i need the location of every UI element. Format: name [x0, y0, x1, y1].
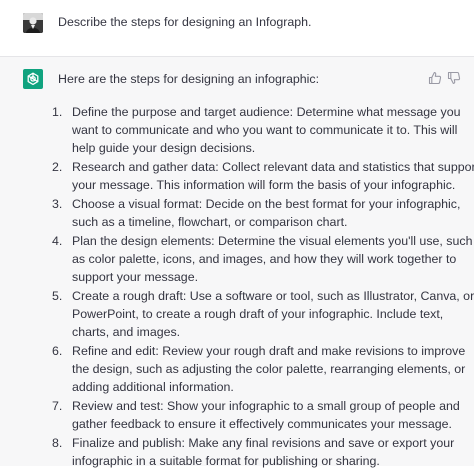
step-text-line: your message. This information will form…	[72, 178, 456, 192]
user-avatar	[23, 13, 43, 33]
step-text-line: PowerPoint, to create a rough draft of y…	[72, 307, 444, 321]
step-text-line: such as a timeline, flowchart, or compar…	[72, 215, 348, 229]
step-text-line: support your message.	[72, 270, 199, 284]
user-message-row: Describe the steps for designing an Info…	[0, 0, 474, 57]
thumbs-down-icon	[447, 71, 461, 84]
step-number: 7.	[52, 399, 63, 413]
step-text-line: want to communicate and who you want to …	[72, 123, 458, 137]
step-text-line: Choose a visual format: Decide on the be…	[72, 197, 461, 211]
step-text-line: as color palette, icons, and images, and…	[72, 252, 457, 266]
step-number: 2.	[52, 160, 63, 174]
step-number: 4.	[52, 234, 63, 248]
step-text-line: gather feedback to ensure it effectively…	[72, 417, 452, 431]
step-text-line: Define the purpose and target audience: …	[72, 105, 461, 119]
user-message-text: Describe the steps for designing an Info…	[58, 15, 312, 29]
step-text-line: charts, and images.	[72, 325, 181, 339]
assistant-intro-text: Here are the steps for designing an info…	[58, 72, 320, 86]
thumbs-down-button[interactable]	[447, 71, 461, 85]
step-text-line: Create a rough draft: Use a software or …	[72, 289, 474, 303]
step-number: 8.	[52, 436, 63, 450]
step-number: 3.	[52, 197, 63, 211]
step-number: 5.	[52, 289, 63, 303]
step-number: 1.	[52, 105, 63, 119]
step-text-line: Refine and edit: Review your rough draft…	[72, 344, 466, 358]
user-photo-icon	[23, 13, 43, 33]
step-text-line: Finalize and publish: Make any final rev…	[72, 436, 455, 450]
thumbs-up-icon	[428, 72, 442, 85]
step-text-line: Review and test: Show your infographic t…	[72, 399, 460, 413]
assistant-message-row: Here are the steps for designing an info…	[0, 57, 474, 468]
step-text-line: adding additional information.	[72, 380, 234, 394]
step-text-line: infographic in a suitable format for pub…	[72, 454, 380, 468]
step-number: 6.	[52, 344, 63, 358]
step-text-line: Research and gather data: Collect releva…	[72, 160, 474, 174]
step-text-line: the design, such as adjusting the color …	[72, 362, 466, 376]
step-text-line: help guide your design decisions.	[72, 141, 256, 155]
openai-logo-icon	[27, 72, 39, 86]
thumbs-up-button[interactable]	[428, 71, 442, 85]
step-text-line: Plan the design elements: Determine the …	[72, 234, 473, 248]
assistant-avatar	[23, 69, 43, 89]
